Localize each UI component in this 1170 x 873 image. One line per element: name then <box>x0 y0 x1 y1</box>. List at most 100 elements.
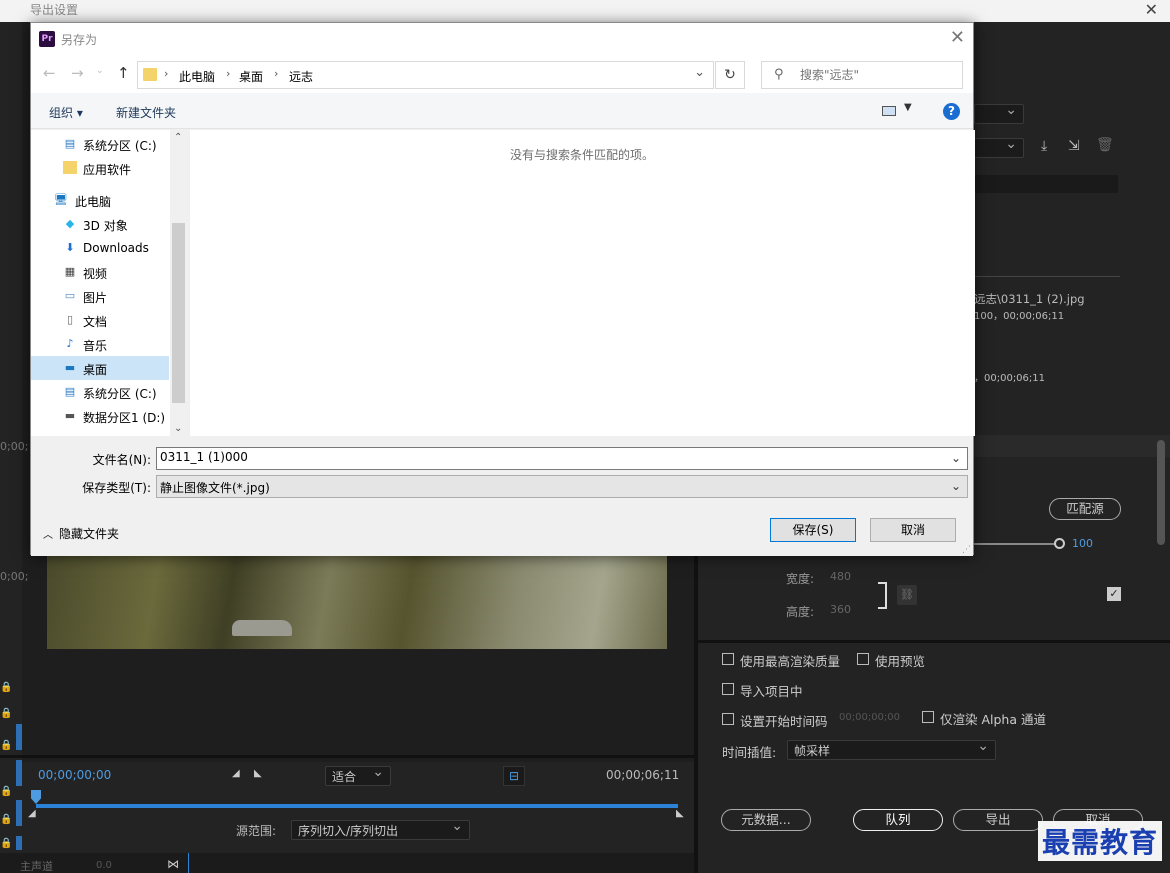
close-icon[interactable]: ✕ <box>1145 0 1158 19</box>
output-name-field[interactable] <box>974 175 1118 193</box>
filename-input[interactable] <box>160 450 940 464</box>
width-value[interactable]: 480 <box>830 570 851 583</box>
timecode-start[interactable]: 00;00;00;00 <box>38 768 111 782</box>
save-preset-icon[interactable]: ⤓ <box>1041 138 1047 154</box>
scroll-thumb[interactable] <box>172 223 185 403</box>
scroll-up-icon[interactable]: ⌃ <box>174 132 182 143</box>
mark-in-icon[interactable]: ◢ <box>232 768 240 779</box>
nav-item-data-d[interactable]: ▬ 数据分区1 (D:) <box>31 404 171 428</box>
cancel-button[interactable]: 取消 <box>870 518 956 542</box>
lock-icon[interactable]: 🔒 <box>0 708 16 719</box>
nav-item-system-c[interactable]: ▤ 系统分区 (C:) <box>31 132 171 156</box>
import-project-checkbox[interactable] <box>722 683 734 695</box>
breadcrumb-yuanzhi[interactable]: 远志 <box>289 68 313 85</box>
start-tc-value[interactable]: 00;00;00;00 <box>839 712 900 723</box>
mark-out-icon[interactable]: ◣ <box>254 768 262 779</box>
resize-grip-icon[interactable]: ⋰ <box>962 545 971 555</box>
range-in-handle[interactable]: ◢ <box>28 808 36 819</box>
aspect-toggle-icon[interactable]: ⊟ <box>503 766 525 786</box>
quality-value[interactable]: 100 <box>1072 537 1093 550</box>
save-button[interactable]: 保存(S) <box>770 518 856 542</box>
metadata-button[interactable]: 元数据... <box>721 809 811 831</box>
lock-icon[interactable]: 🔒 <box>0 682 16 693</box>
close-icon[interactable]: ✕ <box>950 27 965 48</box>
new-folder-button[interactable]: 新建文件夹 <box>116 104 176 121</box>
lock-icon[interactable]: 🔒 <box>0 786 16 797</box>
chevron-down-icon[interactable]: ⌄ <box>694 65 705 80</box>
chevron-down-icon[interactable]: ⌄ <box>951 451 961 465</box>
export-button[interactable]: 导出 <box>953 809 1043 831</box>
cube-icon: ◆ <box>65 217 75 230</box>
format-dropdown[interactable] <box>974 102 1024 124</box>
forward-arrow-icon[interactable]: → <box>71 64 84 82</box>
track-target-marker[interactable] <box>16 760 22 786</box>
chevron-down-icon[interactable]: ⌄ <box>951 479 961 493</box>
track-target-marker[interactable] <box>16 724 22 750</box>
nav-item-pictures[interactable]: ▭ 图片 <box>31 284 171 308</box>
refresh-button[interactable]: ↻ <box>715 61 745 89</box>
filename-field[interactable]: ⌄ <box>156 447 968 470</box>
file-list-pane[interactable]: 没有与搜索条件匹配的项。 <box>189 130 975 436</box>
import-preset-icon[interactable]: ⇲ <box>1068 138 1080 154</box>
nav-item-documents[interactable]: ▯ 文档 <box>31 308 171 332</box>
view-mode-icon[interactable] <box>882 106 896 116</box>
nav-item-this-pc[interactable]: 🖥 此电脑 <box>31 188 171 212</box>
time-interp-dropdown[interactable]: 帧采样 <box>787 738 996 760</box>
up-arrow-icon[interactable]: ↑ <box>117 64 130 82</box>
delete-preset-icon[interactable]: 🗑 <box>1096 137 1114 153</box>
view-dropdown-icon[interactable]: ▼ <box>904 102 912 113</box>
queue-button[interactable]: 队列 <box>853 809 943 831</box>
snap-icon[interactable]: ⋈ <box>167 857 179 871</box>
track-target-marker[interactable] <box>16 800 22 826</box>
quality-slider-track[interactable] <box>974 543 1058 545</box>
nav-item-apps[interactable]: 应用软件 <box>31 156 171 180</box>
quality-slider-handle[interactable] <box>1054 538 1065 549</box>
match-source-button[interactable]: 匹配源 <box>1049 498 1121 520</box>
address-bar[interactable]: › 此电脑 › 桌面 › 远志 ⌄ <box>137 61 714 89</box>
music-icon: ♪ <box>66 337 74 350</box>
nav-item-desktop[interactable]: ▬ 桌面 <box>31 356 169 380</box>
chevron-right-icon[interactable]: › <box>226 67 230 80</box>
lock-icon[interactable]: 🔒 <box>0 814 16 825</box>
source-range-dropdown[interactable]: 序列切入/序列切出 <box>291 818 470 840</box>
fit-dropdown[interactable]: 适合 <box>325 764 391 786</box>
breadcrumb-this-pc[interactable]: 此电脑 <box>179 68 215 85</box>
range-out-handle[interactable]: ◣ <box>676 808 684 819</box>
nav-pane-scrollbar[interactable]: ⌃ ⌄ <box>170 130 187 436</box>
timeline-playhead-line <box>188 853 189 873</box>
breadcrumb-desktop[interactable]: 桌面 <box>239 68 263 85</box>
lock-icon[interactable]: 🔒 <box>0 838 16 849</box>
preset-dropdown[interactable] <box>974 136 1024 158</box>
max-render-checkbox[interactable] <box>722 653 734 665</box>
use-preview-checkbox[interactable] <box>857 653 869 665</box>
lock-icon[interactable]: 🔒 <box>0 740 16 751</box>
recent-chevron-icon[interactable]: ⌄ <box>96 66 104 76</box>
track-target-marker[interactable] <box>16 836 22 850</box>
filetype-dropdown[interactable]: 静止图像文件(*.jpg) ⌄ <box>156 475 968 498</box>
render-alpha-checkbox[interactable] <box>922 711 934 723</box>
playhead-handle[interactable] <box>31 790 41 804</box>
organize-button[interactable]: 组织 ▾ <box>49 104 83 121</box>
drive-icon: ▬ <box>64 409 76 422</box>
scroll-down-icon[interactable]: ⌄ <box>174 423 182 434</box>
set-start-tc-checkbox[interactable] <box>722 713 734 725</box>
chevron-right-icon[interactable]: › <box>164 67 168 80</box>
settings-scrollbar[interactable] <box>1157 440 1165 545</box>
resize-checkbox[interactable]: ✓ <box>1107 587 1121 601</box>
timeline-range-bar[interactable] <box>36 804 678 808</box>
help-icon[interactable]: ? <box>943 103 960 120</box>
nav-item-3d-objects[interactable]: ◆ 3D 对象 <box>31 212 171 236</box>
search-box[interactable]: ⚲ <box>761 61 963 89</box>
output-path: 远志\0311_1 (2).jpg <box>974 292 1085 306</box>
search-input[interactable] <box>800 68 950 82</box>
height-value[interactable]: 360 <box>830 603 851 616</box>
link-icon[interactable]: ⛓ <box>897 585 917 605</box>
hide-folders-toggle[interactable]: ︿ 隐藏文件夹 <box>43 525 119 542</box>
nav-item-system-c-2[interactable]: ▤ 系统分区 (C:) <box>31 380 171 404</box>
chevron-right-icon[interactable]: › <box>274 67 278 80</box>
nav-item-videos[interactable]: ▦ 视频 <box>31 260 171 284</box>
nav-item-music[interactable]: ♪ 音乐 <box>31 332 171 356</box>
nav-item-downloads[interactable]: ⬇ Downloads <box>31 236 171 260</box>
back-arrow-icon[interactable]: ← <box>43 64 56 82</box>
timecode-end[interactable]: 00;00;06;11 <box>606 768 679 782</box>
